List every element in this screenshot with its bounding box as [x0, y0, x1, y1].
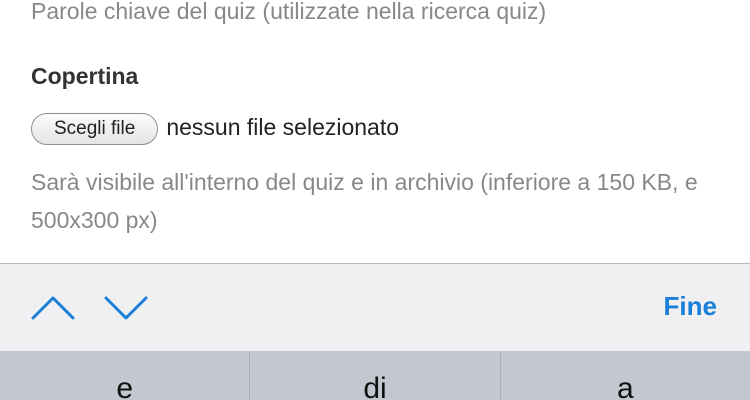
choose-file-button[interactable]: Scegli file [31, 113, 159, 145]
suggestion-3[interactable]: a [501, 351, 750, 400]
file-status-text: nessun file selezionato [166, 113, 400, 140]
form-area: Parole chiave del quiz (utilizzate nella… [0, 0, 750, 263]
page: Parole chiave del quiz (utilizzate nella… [0, 0, 750, 400]
cover-file-input[interactable]: Scegli file nessun file selezionato [31, 110, 400, 145]
suggestion-2[interactable]: di [250, 351, 501, 400]
suggestion-1[interactable]: e [0, 351, 251, 400]
keywords-hint: Parole chiave del quiz (utilizzate nella… [31, 0, 547, 24]
done-button[interactable]: Fine [664, 291, 717, 322]
chevron-down-icon[interactable] [102, 290, 150, 326]
keyboard-accessory-bar: Fine [0, 263, 750, 351]
cover-title: Copertina [31, 63, 139, 89]
keyboard-suggestion-bar: e di a [0, 351, 750, 400]
chevron-up-icon[interactable] [29, 290, 77, 326]
cover-help-text: Sarà visibile all'interno del quiz e in … [31, 169, 698, 233]
